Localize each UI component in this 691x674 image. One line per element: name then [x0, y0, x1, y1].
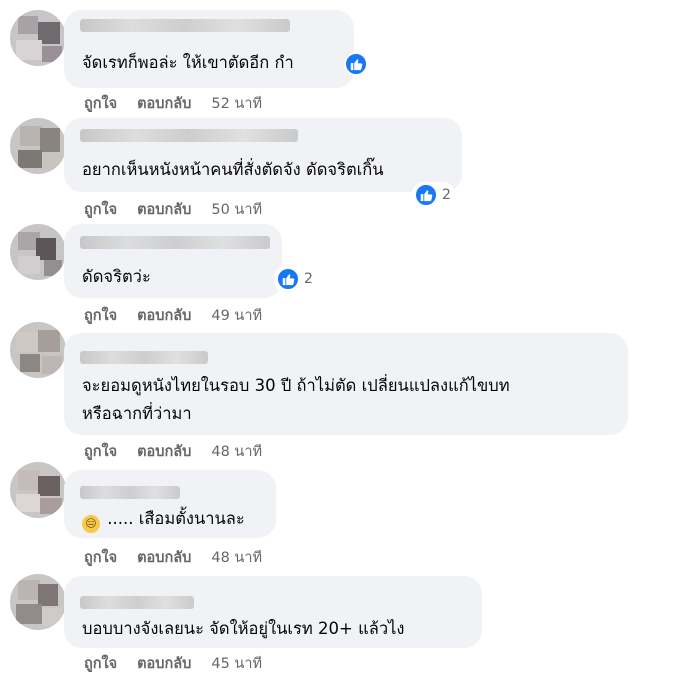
comment-bubble: จัดเรทก็พอล่ะ ให้เขาตัดอีก กำ	[64, 10, 368, 88]
comment-text-body: ..... เสือมตั้งนานละ	[102, 509, 245, 528]
commenter-name-blurred[interactable]	[80, 486, 180, 499]
avatar[interactable]	[10, 574, 66, 630]
like-reaction-icon	[414, 183, 438, 207]
comment-text: บอบบางจังเลยนะ จัดให้อยู่ในเรท 20+ แล้วไ…	[82, 619, 405, 638]
comment-bubble: 😑 ..... เสือมตั้งนานละ	[64, 470, 276, 538]
like-link[interactable]: ถูกใจ	[84, 546, 117, 569]
avatar[interactable]	[10, 10, 66, 66]
reaction-summary[interactable]: 2	[412, 182, 455, 208]
timestamp[interactable]: 48 นาที	[211, 546, 262, 569]
commenter-name-blurred[interactable]	[80, 129, 298, 142]
like-link[interactable]: ถูกใจ	[84, 304, 117, 327]
commenter-name-blurred[interactable]	[80, 351, 208, 364]
reply-link[interactable]: ตอบกลับ	[137, 440, 191, 463]
commenter-name-blurred[interactable]	[80, 19, 290, 32]
like-link[interactable]: ถูกใจ	[84, 198, 117, 221]
reply-link[interactable]: ตอบกลับ	[137, 92, 191, 115]
reply-link[interactable]: ตอบกลับ	[137, 198, 191, 221]
comment-bubble: บอบบางจังเลยนะ จัดให้อยู่ในเรท 20+ แล้วไ…	[64, 576, 482, 648]
reply-link[interactable]: ตอบกลับ	[137, 546, 191, 569]
comment-text: อยากเห็นหนังหน้าคนที่สั่งตัดจัง ดัดจริตเ…	[82, 160, 384, 179]
expressionless-face-emoji: 😑	[82, 515, 100, 533]
reaction-count: 2	[442, 187, 451, 203]
comment-bubble: ดัดจริตว่ะ	[64, 224, 282, 298]
avatar[interactable]	[10, 224, 66, 280]
like-reaction-icon[interactable]	[344, 52, 368, 76]
avatar[interactable]	[10, 118, 66, 174]
like-link[interactable]: ถูกใจ	[84, 440, 117, 463]
comment-text: หรือฉากที่ว่ามา	[82, 404, 192, 423]
commenter-name-blurred[interactable]	[80, 596, 194, 609]
reply-link[interactable]: ตอบกลับ	[137, 652, 191, 674]
like-reaction-icon	[276, 267, 300, 291]
comment-text: จะยอมดูหนังไทยในรอบ 30 ปี ถ้าไม่ตัด เปลี…	[82, 376, 510, 395]
like-link[interactable]: ถูกใจ	[84, 652, 117, 674]
avatar[interactable]	[10, 322, 66, 378]
reaction-summary[interactable]: 2	[274, 266, 317, 292]
reaction-count: 2	[304, 271, 313, 287]
timestamp[interactable]: 52 นาที	[211, 92, 262, 115]
commenter-name-blurred[interactable]	[80, 236, 270, 249]
comment-bubble: อยากเห็นหนังหน้าคนที่สั่งตัดจัง ดัดจริตเ…	[64, 118, 462, 192]
comment-text: ดัดจริตว่ะ	[82, 267, 151, 286]
avatar[interactable]	[10, 462, 66, 518]
comment-text: จัดเรทก็พอล่ะ ให้เขาตัดอีก กำ	[82, 53, 294, 72]
timestamp[interactable]: 49 นาที	[211, 304, 262, 327]
timestamp[interactable]: 48 นาที	[211, 440, 262, 463]
comment-text: 😑 ..... เสือมตั้งนานละ	[82, 506, 245, 533]
timestamp[interactable]: 50 นาที	[211, 198, 262, 221]
timestamp[interactable]: 45 นาที	[211, 652, 262, 674]
comment-bubble: จะยอมดูหนังไทยในรอบ 30 ปี ถ้าไม่ตัด เปลี…	[64, 333, 628, 435]
reply-link[interactable]: ตอบกลับ	[137, 304, 191, 327]
like-link[interactable]: ถูกใจ	[84, 92, 117, 115]
